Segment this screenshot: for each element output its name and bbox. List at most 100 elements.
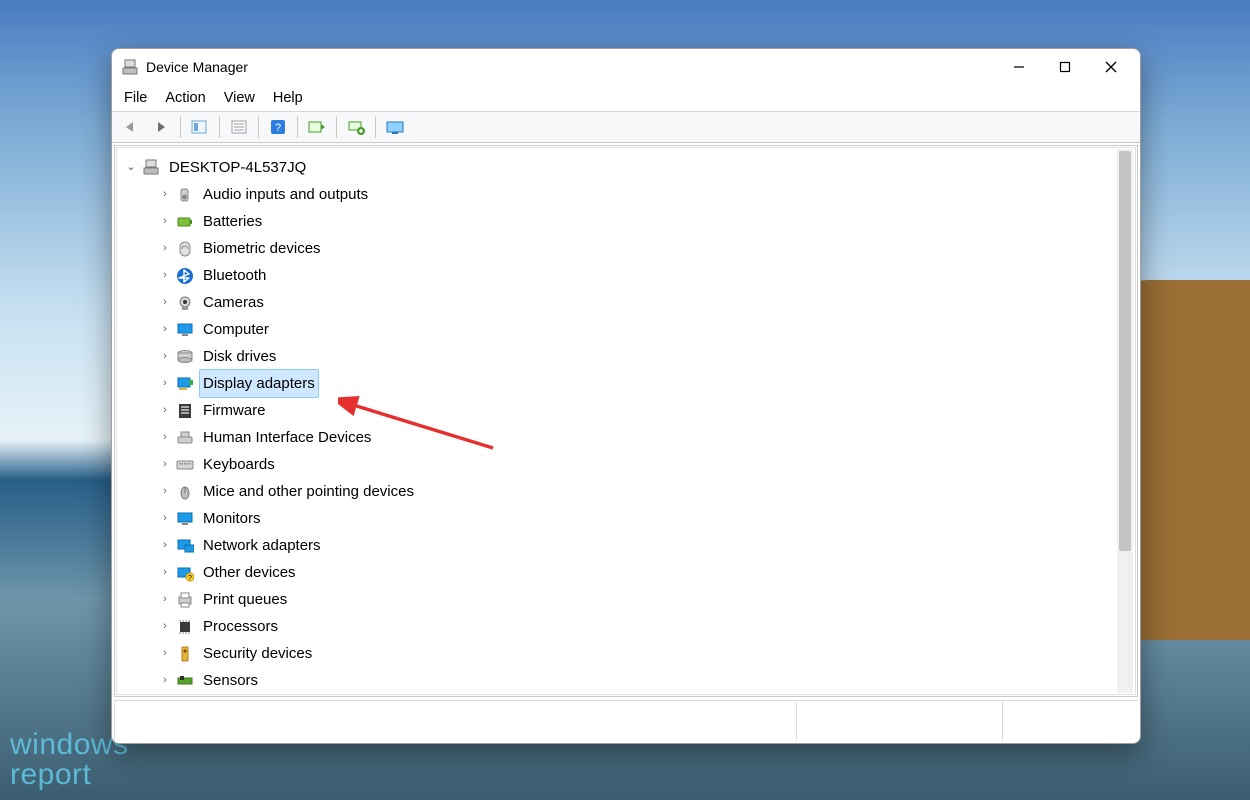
tree-item-other[interactable]: ›? Other devices [123, 559, 1135, 586]
status-bar [114, 700, 1138, 741]
tree-item-label: Cameras [199, 288, 268, 317]
expand-icon[interactable]: › [157, 559, 173, 586]
expand-icon[interactable]: › [157, 424, 173, 451]
view-devices-button[interactable] [382, 114, 408, 140]
show-hidden-button[interactable] [187, 114, 213, 140]
tree-item-cpu[interactable]: ›Processors [123, 613, 1135, 640]
toolbar-separator [375, 116, 376, 138]
toolbar-separator [297, 116, 298, 138]
tree-item-bluetooth[interactable]: ›Bluetooth [123, 262, 1135, 289]
tree-item-label: Security devices [199, 639, 316, 668]
monitor-icon [175, 320, 195, 340]
svg-text:?: ? [188, 575, 192, 582]
close-button[interactable] [1088, 51, 1134, 83]
forward-button[interactable] [148, 114, 174, 140]
menu-view[interactable]: View [224, 90, 255, 106]
expand-icon[interactable]: › [157, 370, 173, 397]
tree-item-label: Keyboards [199, 450, 279, 479]
bluetooth-icon [175, 266, 195, 286]
disk-icon [175, 347, 195, 367]
tree-item-network[interactable]: › Network adapters [123, 532, 1135, 559]
expand-icon[interactable]: › [157, 262, 173, 289]
expand-icon[interactable]: › [157, 316, 173, 343]
tree-item-label: Sensors [199, 666, 262, 695]
properties-button[interactable] [226, 114, 252, 140]
tree-item-label: Disk drives [199, 342, 280, 371]
menu-action[interactable]: Action [165, 90, 205, 106]
content-area: ⌄DESKTOP-4L537JQ›Audio inputs and output… [114, 145, 1138, 697]
tree-item-label: Display adapters [199, 369, 319, 398]
firmware-icon [175, 401, 195, 421]
toolbar-separator [336, 116, 337, 138]
status-cell [796, 701, 1002, 741]
help-button[interactable]: ? [265, 114, 291, 140]
tree-root[interactable]: ⌄ DESKTOP-4L537JQ [123, 154, 1135, 181]
speaker-icon [175, 185, 195, 205]
tree-item-label: Other devices [199, 558, 300, 587]
back-button[interactable] [118, 114, 144, 140]
toolbar-separator [258, 116, 259, 138]
tree-item-printer[interactable]: ›Print queues [123, 586, 1135, 613]
maximize-button[interactable] [1042, 51, 1088, 83]
menu-file[interactable]: File [124, 90, 147, 106]
watermark-line2: report [10, 760, 129, 790]
monitor-icon [175, 509, 195, 529]
expand-icon[interactable]: › [157, 505, 173, 532]
collapse-icon[interactable]: ⌄ [123, 154, 139, 181]
expand-icon[interactable]: › [157, 640, 173, 667]
tree-item-fingerprint[interactable]: › Biometric devices [123, 235, 1135, 262]
expand-icon[interactable]: › [157, 343, 173, 370]
printer-icon [175, 590, 195, 610]
svg-text:?: ? [275, 122, 281, 134]
tree-item-disk[interactable]: › Disk drives [123, 343, 1135, 370]
keyboard-icon [175, 455, 195, 475]
tree-item-display-adapter[interactable]: › Display adapters [123, 370, 1135, 397]
tree-item-firmware[interactable]: › Firmware [123, 397, 1135, 424]
expand-icon[interactable]: › [157, 613, 173, 640]
expand-icon[interactable]: › [157, 397, 173, 424]
expand-icon[interactable]: › [157, 451, 173, 478]
fingerprint-icon [175, 239, 195, 259]
tree-item-speaker[interactable]: › Audio inputs and outputs [123, 181, 1135, 208]
tree-item-mouse[interactable]: ›Mice and other pointing devices [123, 478, 1135, 505]
tree-item-label: Computer [199, 315, 273, 344]
expand-icon[interactable]: › [157, 586, 173, 613]
add-legacy-button[interactable] [343, 114, 369, 140]
tree-item-label: Audio inputs and outputs [199, 180, 372, 209]
expand-icon[interactable]: › [157, 208, 173, 235]
toolbar-separator [219, 116, 220, 138]
device-tree[interactable]: ⌄DESKTOP-4L537JQ›Audio inputs and output… [117, 148, 1135, 694]
network-icon [175, 536, 195, 556]
tree-item-label: Network adapters [199, 531, 325, 560]
tree-item-keyboard[interactable]: › Keyboards [123, 451, 1135, 478]
scan-hardware-button[interactable] [304, 114, 330, 140]
tree-item-battery[interactable]: ›Batteries [123, 208, 1135, 235]
status-cell [114, 701, 796, 741]
expand-icon[interactable]: › [157, 289, 173, 316]
tree-item-label: Firmware [199, 396, 270, 425]
camera-icon [175, 293, 195, 313]
menu-bar: File Action View Help [112, 85, 1140, 111]
expand-icon[interactable]: › [157, 667, 173, 694]
computer-name-label: DESKTOP-4L537JQ [165, 153, 310, 182]
other-icon: ? [175, 563, 195, 583]
device-manager-window: Device Manager File Action View Help ? ⌄… [111, 48, 1141, 744]
expand-icon[interactable]: › [157, 532, 173, 559]
scrollbar-thumb[interactable] [1119, 151, 1131, 551]
expand-icon[interactable]: › [157, 181, 173, 208]
tree-item-monitor[interactable]: ›Monitors [123, 505, 1135, 532]
tree-item-sensor[interactable]: › Sensors [123, 667, 1135, 694]
title-bar[interactable]: Device Manager [112, 49, 1140, 85]
expand-icon[interactable]: › [157, 235, 173, 262]
minimize-button[interactable] [996, 51, 1042, 83]
toolbar: ? [112, 111, 1140, 143]
tree-item-hid[interactable]: ›Human Interface Devices [123, 424, 1135, 451]
tree-item-security[interactable]: › Security devices [123, 640, 1135, 667]
vertical-scrollbar[interactable] [1117, 149, 1133, 693]
tree-item-label: Biometric devices [199, 234, 325, 263]
menu-help[interactable]: Help [273, 90, 303, 106]
tree-item-camera[interactable]: › Cameras [123, 289, 1135, 316]
expand-icon[interactable]: › [157, 478, 173, 505]
tree-item-monitor[interactable]: › Computer [123, 316, 1135, 343]
mouse-icon [175, 482, 195, 502]
